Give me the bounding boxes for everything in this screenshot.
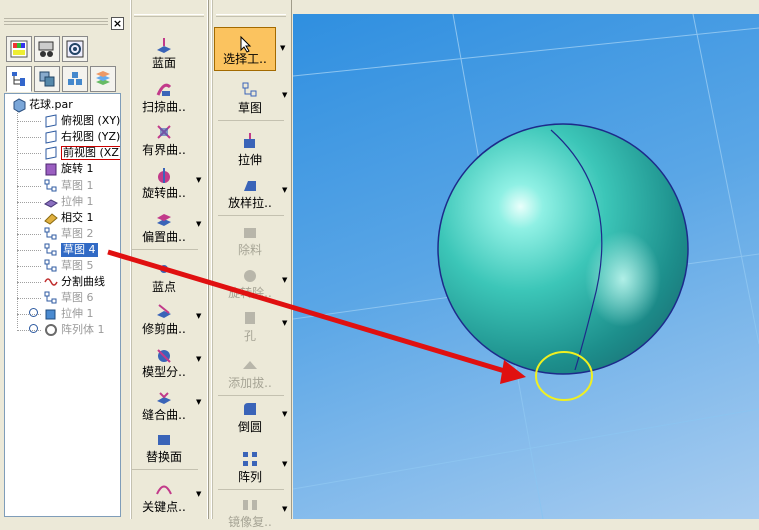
annotation-arrow bbox=[107, 249, 526, 384]
